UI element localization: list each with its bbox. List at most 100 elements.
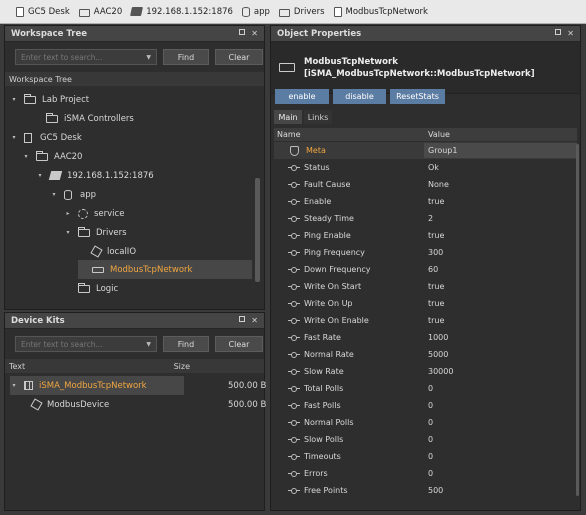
property-row[interactable]: Steady Time 2 [274,210,577,227]
property-row[interactable]: Total Polls 0 [274,380,577,397]
chevron-down-icon[interactable]: ▾ [22,153,30,160]
property-row[interactable]: Meta Group1 [274,142,577,159]
tree-item-app[interactable]: ▾ app [50,185,96,204]
property-value[interactable]: 60 [424,262,577,277]
find-button[interactable]: Find [163,336,209,352]
pin-icon[interactable] [239,29,246,35]
tree-item-gc5-desk[interactable]: ▾ GC5 Desk [10,128,82,147]
chevron-down-icon[interactable]: ▾ [36,172,44,179]
property-value[interactable]: 1000 [424,330,577,345]
property-row[interactable]: Write On Enable true [274,312,577,329]
clear-button[interactable]: Clear [215,49,263,65]
breadcrumb-item-aac20[interactable]: AAC20 [78,7,122,17]
dropdown-icon[interactable]: ▼ [146,54,151,61]
property-value[interactable]: true [424,279,577,294]
property-row[interactable]: Free Points 500 [274,482,577,499]
property-value[interactable]: None [424,177,577,192]
property-value[interactable]: 0 [424,432,577,447]
close-icon[interactable]: ✕ [251,316,258,325]
property-row[interactable]: Write On Up true [274,295,577,312]
property-value[interactable]: true [424,194,577,209]
tree-item-lab-project[interactable]: ▾ Lab Project [10,90,89,109]
tree-item-isma-controllers[interactable]: iSMA Controllers [32,109,134,128]
slot-icon [288,301,300,307]
panel-title: Device Kits [11,315,65,326]
property-row[interactable]: Normal Polls 0 [274,414,577,431]
chevron-down-icon[interactable]: ▾ [10,134,18,141]
property-name-cell: Write On Up [274,299,424,308]
tree-item-service[interactable]: ▸ service [64,204,124,223]
disable-button[interactable]: disable [333,89,386,104]
breadcrumb-item-drivers[interactable]: Drivers [278,7,325,17]
tab-links[interactable]: Links [304,110,332,124]
reset-stats-button[interactable]: ResetStats [390,89,445,104]
tree-scrollbar[interactable] [255,178,260,282]
column-header-text[interactable]: Text [9,362,25,371]
property-value[interactable]: 2 [424,211,577,226]
workspace-search-input[interactable]: Enter text to search... ▼ [15,49,157,65]
chevron-down-icon[interactable]: ▾ [10,382,18,389]
tree-item-device[interactable]: ▾ 192.168.1.152:1876 [36,166,153,185]
property-value[interactable]: true [424,228,577,243]
property-value[interactable]: 500 [424,483,577,498]
property-row[interactable]: Ping Frequency 300 [274,244,577,261]
property-value[interactable]: 0 [424,415,577,430]
column-header-value[interactable]: Value [424,130,450,139]
property-value[interactable]: 0 [424,449,577,464]
chevron-down-icon[interactable]: ▾ [50,191,58,198]
clear-button[interactable]: Clear [215,336,263,352]
breadcrumb-item-app[interactable]: app [241,6,270,17]
device-kits-search-input[interactable]: Enter text to search... ▼ [15,336,157,352]
property-name: Fast Polls [304,401,341,410]
property-value[interactable]: true [424,296,577,311]
property-value[interactable]: true [424,313,577,328]
property-row[interactable]: Timeouts 0 [274,448,577,465]
property-row[interactable]: Fault Cause None [274,176,577,193]
property-row[interactable]: Errors 0 [274,465,577,482]
column-header-size[interactable]: Size [174,362,190,371]
property-value[interactable]: Ok [424,160,577,175]
pin-icon[interactable] [555,29,562,35]
chevron-down-icon[interactable]: ▾ [64,229,72,236]
network-icon [279,63,295,72]
property-value[interactable]: Group1 [424,143,577,158]
tab-main[interactable]: Main [274,110,302,124]
pin-icon[interactable] [239,316,246,322]
column-header-name[interactable]: Name [274,130,424,139]
property-row[interactable]: Write On Start true [274,278,577,295]
tree-item-drivers[interactable]: ▾ Drivers [64,223,127,242]
breadcrumb-item-network[interactable]: ModbusTcpNetwork [333,6,428,17]
property-row[interactable]: Fast Rate 1000 [274,329,577,346]
dropdown-icon[interactable]: ▼ [146,341,151,348]
property-row[interactable]: Down Frequency 60 [274,261,577,278]
tree-item-logic[interactable]: Logic [64,279,118,298]
property-row[interactable]: Slow Rate 30000 [274,363,577,380]
property-row[interactable]: Normal Rate 5000 [274,346,577,363]
close-icon[interactable]: ✕ [251,29,258,38]
property-value[interactable]: 0 [424,466,577,481]
property-row[interactable]: Enable true [274,193,577,210]
breadcrumb-item-gc5-desk[interactable]: GC5 Desk [16,6,70,17]
property-row[interactable]: Slow Polls 0 [274,431,577,448]
property-row[interactable]: Status Ok [274,159,577,176]
kit-row-modbus-device[interactable]: ModbusDevice [30,395,109,414]
property-value[interactable]: 300 [424,245,577,260]
close-icon[interactable]: ✕ [567,29,574,38]
property-value[interactable]: 30000 [424,364,577,379]
chevron-down-icon[interactable]: ▾ [10,96,18,103]
property-row[interactable]: Fast Polls 0 [274,397,577,414]
property-row[interactable]: Ping Enable true [274,227,577,244]
kit-row-isma-modbus[interactable]: ▾ iSMA_ModbusTcpNetwork [10,376,184,395]
tree-item-modbus-tcp-network[interactable]: ModbusTcpNetwork [78,260,252,279]
chevron-right-icon[interactable]: ▸ [64,210,72,217]
property-value[interactable]: 0 [424,398,577,413]
property-value[interactable]: 0 [424,381,577,396]
tree-item-localio[interactable]: localIO [78,242,136,261]
tree-item-aac20[interactable]: ▾ AAC20 [22,147,82,166]
property-name: Write On Enable [304,316,369,325]
properties-scrollbar[interactable] [576,144,579,496]
enable-button[interactable]: enable [275,89,329,104]
breadcrumb-item-device[interactable]: 192.168.1.152:1876 [130,7,233,17]
property-value[interactable]: 5000 [424,347,577,362]
find-button[interactable]: Find [163,49,209,65]
